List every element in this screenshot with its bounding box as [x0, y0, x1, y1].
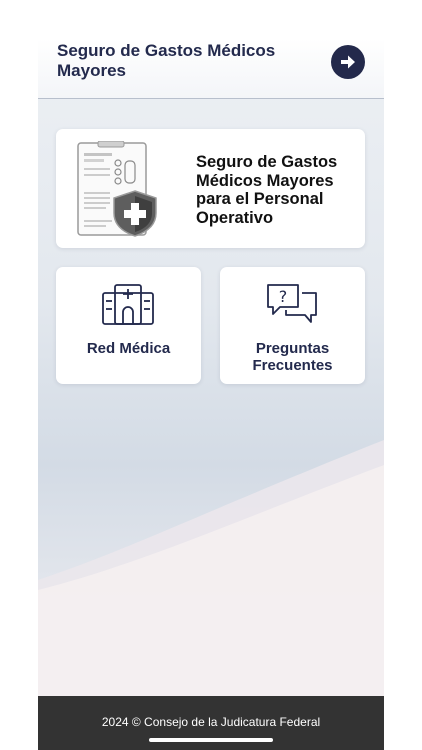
svg-text:?: ? — [279, 287, 288, 306]
arrow-right-icon — [341, 55, 355, 69]
card-seguro-personal-operativo[interactable]: Seguro de Gastos Médicos Mayores para el… — [56, 129, 365, 248]
card-red-medica[interactable]: Red Médica — [56, 267, 201, 384]
footer: 2024 © Consejo de la Judicatura Federal — [38, 696, 384, 750]
app-header: Seguro de Gastos Médicos Mayores — [38, 0, 384, 99]
footer-text: 2024 © Consejo de la Judicatura Federal — [101, 715, 321, 729]
card-label: Seguro de Gastos Médicos Mayores para el… — [196, 153, 338, 227]
chat-question-icon: ? — [267, 284, 317, 323]
background-wave — [38, 440, 384, 700]
insurance-document-shield-icon — [77, 141, 157, 237]
app-screen: Seguro de Gastos Médicos Mayores Seguro … — [38, 0, 384, 750]
card-label: Red Médica — [86, 340, 171, 357]
next-button[interactable] — [331, 45, 365, 79]
card-preguntas-frecuentes[interactable]: ? Preguntas Frecuentes — [220, 267, 365, 384]
hospital-icon — [102, 284, 154, 325]
card-label: Preguntas Frecuentes — [252, 340, 333, 374]
home-indicator[interactable] — [149, 738, 273, 742]
page-title: Seguro de Gastos Médicos Mayores — [57, 41, 276, 80]
